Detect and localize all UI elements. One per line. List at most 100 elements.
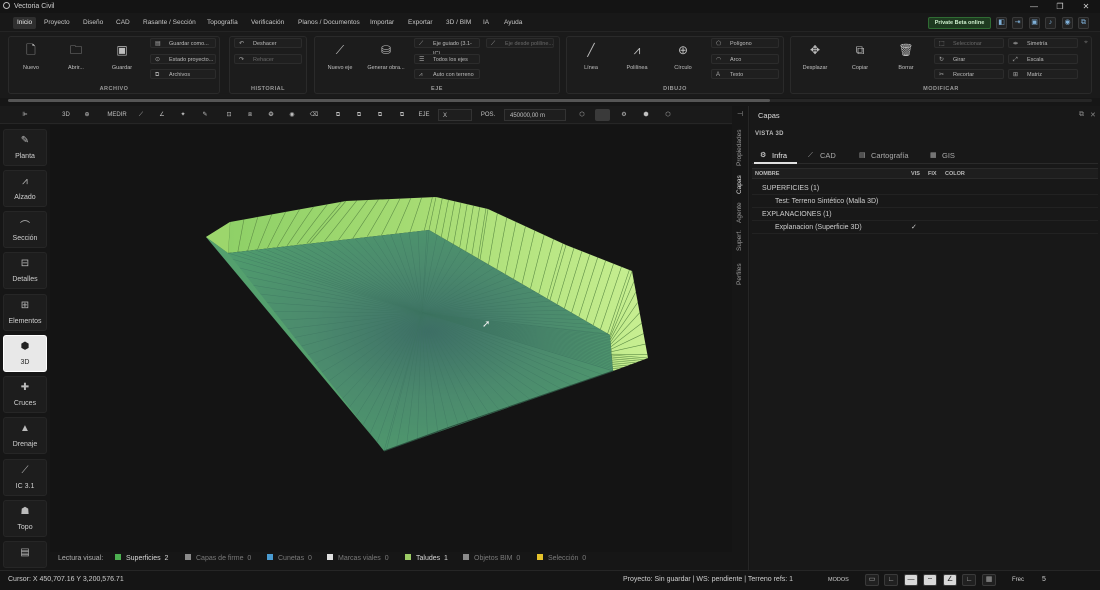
collapse-icon[interactable]: ⊣ (737, 110, 743, 118)
tab-infra[interactable]: ⚙ Infra (754, 148, 797, 164)
borrar-button[interactable]: 🗑 Borrar (888, 40, 924, 78)
col-fix[interactable]: FIX (928, 171, 937, 177)
eje-guiado-button[interactable]: ⟋Eje guiado (3.1-IC) (414, 38, 480, 57)
col-nombre[interactable]: NOMBRE (755, 171, 779, 177)
table-row[interactable]: SUPERFICIES (1) (752, 182, 1098, 195)
col-vis[interactable]: VIS (911, 171, 920, 177)
terrain-3d-mesh[interactable] (50, 125, 732, 552)
menu-topografia[interactable]: Topografía (203, 17, 242, 29)
pin-panel-icon[interactable]: ⧉ (1079, 111, 1084, 119)
menu-3d-bim[interactable]: 3D / BIM (442, 17, 475, 29)
sidebar-item-3d[interactable]: ⬢ 3D (3, 335, 47, 372)
sidebar-item-drenaje[interactable]: ▲ Drenaje (3, 417, 47, 454)
sidebar-item-elementos[interactable]: ⊞ Elementos (3, 294, 47, 331)
sidebar-item-more[interactable]: ▤ (3, 541, 47, 568)
cube-wire-icon[interactable]: ⬡ (662, 109, 674, 121)
menu-cad[interactable]: CAD (112, 17, 134, 29)
col-color[interactable]: COLOR (945, 171, 965, 177)
simetria-button[interactable]: ⇹ Simetría (1008, 38, 1078, 48)
pin-icon[interactable]: ⌖ (1084, 39, 1088, 47)
polilinea-button[interactable]: ⩘ Polilínea (619, 40, 655, 78)
menu-verificacion[interactable]: Verificación (247, 17, 288, 29)
generar-obra-button[interactable]: ⛁ Generar obra... (366, 40, 406, 78)
legend-item-cunetas[interactable]: Cunetas 0 (267, 554, 312, 564)
tab-cartografia[interactable]: ▤ Cartografía (853, 148, 915, 164)
windows-icon[interactable]: ⧉ (1078, 17, 1089, 29)
layer-d-icon[interactable]: ⧉ (396, 109, 408, 121)
girar-button[interactable]: ↻ Girar (934, 54, 1004, 64)
desplazar-button[interactable]: ✥ Desplazar (797, 40, 833, 78)
table-row[interactable]: EXPLANACIONES (1) (752, 208, 1098, 221)
visibility-icon[interactable]: ◉ (286, 109, 298, 121)
save-icon[interactable]: ▣ (1029, 17, 1040, 29)
maximize-button[interactable]: ❐ (1050, 1, 1070, 12)
sidebar-item-seccion[interactable]: ⌒ Sección (3, 211, 47, 248)
menu-planos[interactable]: Planos / Documentos (294, 17, 364, 29)
rehacer-button[interactable]: ↷ Rehacer (234, 54, 302, 64)
menu-diseno[interactable]: Diseño (79, 17, 107, 29)
menu-exportar[interactable]: Exportar (404, 17, 437, 29)
legend-item-objetos-bim[interactable]: Objetos BIM 0 (463, 554, 520, 564)
snap-angle-icon[interactable]: ∠ (943, 574, 957, 586)
ribbon-scrollbar-thumb[interactable] (8, 99, 770, 102)
orbit-icon[interactable]: ❂ (265, 109, 277, 121)
panel-toggle-icon[interactable]: ⊫ (18, 109, 32, 121)
seleccionar-button[interactable]: ⬚ Seleccionar (934, 38, 1004, 48)
menu-ayuda[interactable]: Ayuda (500, 17, 526, 29)
cube-solid-icon[interactable]: ⬢ (640, 109, 652, 121)
zoom-icon[interactable]: ⊕ (81, 109, 93, 121)
legend-item-superficies[interactable]: Superficies 2 (115, 554, 168, 564)
vtab-superf[interactable]: Superf. (736, 230, 743, 251)
escala-button[interactable]: ⤢ Escala (1008, 54, 1078, 64)
ribbon-scrollbar[interactable] (8, 99, 1092, 102)
legend-item-marcas-viales[interactable]: Marcas viales 0 (327, 554, 389, 564)
medir-button[interactable]: MEDIR (104, 109, 130, 121)
export-icon[interactable]: ⇥ (1012, 17, 1023, 29)
pos-input[interactable]: 450000,00 m (504, 109, 566, 121)
nuevo-button[interactable]: 🗋 Nuevo (13, 40, 49, 78)
snap-mid-icon[interactable]: ╌ (923, 574, 937, 586)
close-panel-icon[interactable]: ✕ (1090, 111, 1096, 119)
recortar-button[interactable]: ✂ Recortar (934, 69, 1004, 79)
table-row[interactable]: Test: Terreno Sintético (Malla 3D) (752, 195, 1098, 208)
vtab-propiedades[interactable]: Propiedades (736, 130, 743, 167)
snap-endpoint-icon[interactable]: ▭ (865, 574, 879, 586)
eye-icon[interactable]: ◉ (1062, 17, 1073, 29)
sidebar-item-detalles[interactable]: ⊟ Detalles (3, 252, 47, 289)
ortho-icon[interactable]: ∟ (884, 574, 898, 586)
fit-view-icon[interactable]: ⊡ (223, 109, 235, 121)
eraser-icon[interactable]: ⌫ (308, 109, 320, 121)
legend-item-seleccion[interactable]: Selección 0 (537, 554, 586, 564)
todos-ejes-button[interactable]: ☰ Todos los ejes (414, 54, 480, 64)
poligono-button[interactable]: ⬠ Polígono (711, 38, 779, 48)
archivos-button[interactable]: ⧉ Archivos (150, 69, 216, 79)
arco-button[interactable]: ◠ Arco (711, 54, 779, 64)
abrir-button[interactable]: 🗀 Abrir... (58, 40, 94, 78)
vtab-perfiles[interactable]: Perfiles (736, 263, 743, 285)
linea-button[interactable]: ╱ Línea (573, 40, 609, 78)
matriz-button[interactable]: ⊞ Matriz (1008, 69, 1078, 79)
tab-gis[interactable]: ▦ GIS (924, 148, 960, 164)
angle-icon[interactable]: ∠ (156, 109, 168, 121)
legend-item-capas-firme[interactable]: Capas de firme 0 (185, 554, 251, 564)
legend-item-taludes[interactable]: Taludes 1 (405, 554, 448, 564)
minimize-button[interactable]: — (1024, 1, 1044, 12)
panel-left-icon[interactable]: ◧ (996, 17, 1007, 29)
vtab-capas[interactable]: Capas (736, 175, 743, 194)
grid-icon[interactable]: ▦ (982, 574, 996, 586)
point-icon[interactable]: ✦ (177, 109, 189, 121)
pen-icon[interactable]: ✎ (199, 109, 211, 121)
vtab-agente[interactable]: Agente (736, 202, 743, 223)
eje-polilinea-button[interactable]: ⟋ Eje desde polilíne... (486, 38, 554, 48)
guardar-como-button[interactable]: ▤ Guardar como... (150, 38, 216, 48)
close-button[interactable]: ✕ (1076, 1, 1096, 12)
guardar-button[interactable]: ▣ Guardar (104, 40, 140, 78)
polar-icon[interactable]: ∟ (962, 574, 976, 586)
layer-a-icon[interactable]: ⧉ (332, 109, 344, 121)
table-row[interactable]: Explanacion (Superficie 3D) ✓ (752, 221, 1098, 234)
ruler-icon[interactable]: ⟋ (135, 109, 147, 121)
auto-terreno-button[interactable]: ⩘ Auto con terreno (414, 69, 480, 79)
eje-select[interactable]: X (438, 109, 472, 121)
row-vis-checkbox[interactable]: ✓ (911, 223, 917, 231)
view-cube-icon[interactable]: ⧈ (244, 109, 256, 121)
